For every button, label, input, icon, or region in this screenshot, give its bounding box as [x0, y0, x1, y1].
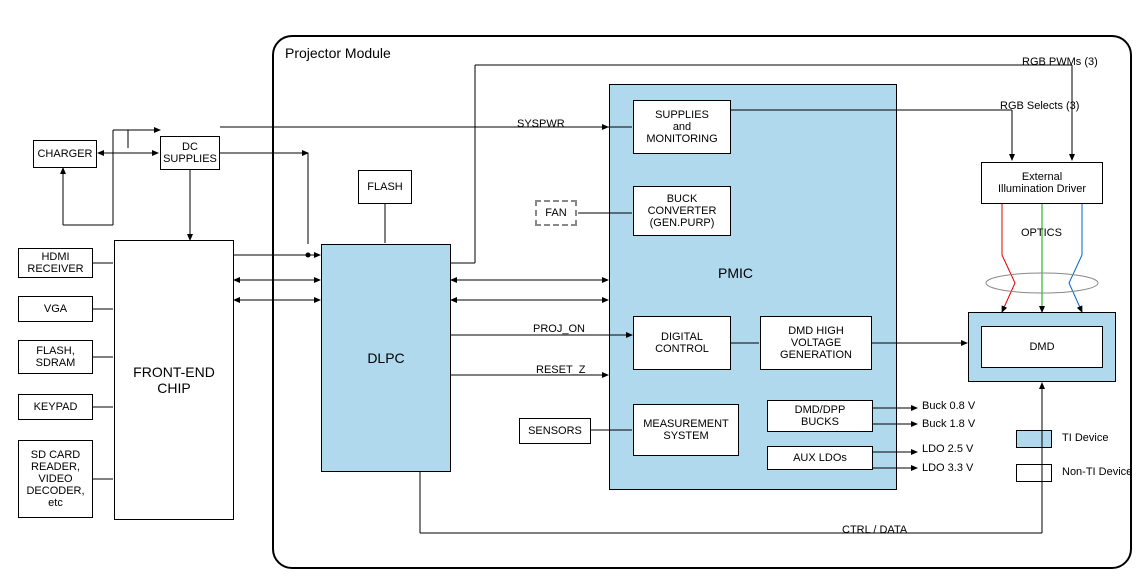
pmic-digital-block: DIGITAL CONTROL	[633, 316, 731, 370]
pmic-measurement-block: MEASUREMENT SYSTEM	[633, 404, 739, 456]
front-end-chip-label: FRONT-END CHIP	[133, 364, 215, 396]
pmic-buck-conv-block: BUCK CONVERTER (GEN.PURP)	[633, 186, 731, 236]
keypad-block: KEYPAD	[18, 394, 93, 420]
optics-label: OPTICS	[1021, 227, 1062, 239]
ldo33-label: LDO 3.3 V	[922, 462, 973, 474]
pmic-dmd-bucks-label: DMD/DPP BUCKS	[795, 404, 846, 428]
dmd-block: DMD	[981, 326, 1103, 368]
buck18-label: Buck 1.8 V	[922, 418, 975, 430]
ext-illum-block: External Illumination Driver	[981, 162, 1103, 204]
pmic-dmd-hv-label: DMD HIGH VOLTAGE GENERATION	[780, 325, 852, 361]
hdmi-label: HDMI RECEIVER	[27, 251, 83, 275]
dc-supplies-block: DC SUPPLIES	[160, 136, 220, 170]
legend-nonti-swatch	[1016, 464, 1052, 482]
flash-sdram-label: FLASH, SDRAM	[36, 345, 76, 369]
pmic-aux-ldos-label: AUX LDOs	[793, 452, 847, 464]
pmic-dmd-hv-block: DMD HIGH VOLTAGE GENERATION	[760, 316, 872, 370]
legend-ti-swatch	[1016, 430, 1052, 448]
projector-module-title: Projector Module	[285, 45, 391, 61]
flash-label: FLASH	[367, 181, 402, 193]
ldo25-label: LDO 2.5 V	[922, 443, 973, 455]
reset-z-label: RESET_Z	[536, 364, 586, 376]
sdcard-block: SD CARD READER, VIDEO DECODER, etc	[18, 440, 93, 518]
vga-block: VGA	[18, 296, 93, 322]
fan-block: FAN	[535, 200, 577, 226]
dmd-label: DMD	[1029, 341, 1054, 353]
flash-block: FLASH	[358, 170, 412, 204]
pmic-supplies-block: SUPPLIES and MONITORING	[633, 100, 731, 154]
pmic-title: PMIC	[718, 265, 753, 281]
pmic-buck-conv-label: BUCK CONVERTER (GEN.PURP)	[648, 193, 717, 229]
syspwr-label: SYSPWR	[517, 118, 565, 130]
sensors-label: SENSORS	[528, 425, 582, 437]
fan-label: FAN	[545, 207, 566, 219]
proj-on-label: PROJ_ON	[533, 323, 585, 335]
dlpc-block: DLPC	[321, 244, 451, 472]
flash-sdram-block: FLASH, SDRAM	[18, 340, 93, 374]
keypad-label: KEYPAD	[34, 401, 78, 413]
rgb-pwms-label: RGB PWMs (3)	[1022, 56, 1098, 68]
buck08-label: Buck 0.8 V	[922, 400, 975, 412]
pmic-digital-label: DIGITAL CONTROL	[655, 331, 709, 355]
legend-nonti-label: Non-TI Device	[1062, 466, 1132, 478]
pmic-dmd-bucks-block: DMD/DPP BUCKS	[767, 400, 873, 432]
sensors-block: SENSORS	[519, 418, 591, 444]
charger-block: CHARGER	[33, 140, 97, 168]
pmic-aux-ldos-block: AUX LDOs	[767, 446, 873, 470]
pmic-measurement-label: MEASUREMENT SYSTEM	[643, 418, 729, 442]
pmic-supplies-label: SUPPLIES and MONITORING	[646, 109, 717, 145]
ext-illum-label: External Illumination Driver	[998, 171, 1086, 195]
vga-label: VGA	[44, 303, 67, 315]
hdmi-block: HDMI RECEIVER	[18, 248, 93, 278]
dlpc-label: DLPC	[367, 350, 404, 366]
diagram-canvas: Projector Module CHARGER DC SUPPLIES HDM…	[0, 0, 1137, 578]
ctrl-data-label: CTRL / DATA	[842, 524, 907, 536]
legend-ti-label: TI Device	[1062, 432, 1108, 444]
dc-supplies-label: DC SUPPLIES	[163, 141, 217, 165]
rgb-selects-label: RGB Selects (3)	[1000, 100, 1079, 112]
sdcard-label: SD CARD READER, VIDEO DECODER, etc	[26, 449, 84, 509]
front-end-chip-block: FRONT-END CHIP	[114, 240, 234, 520]
charger-label: CHARGER	[37, 148, 92, 160]
